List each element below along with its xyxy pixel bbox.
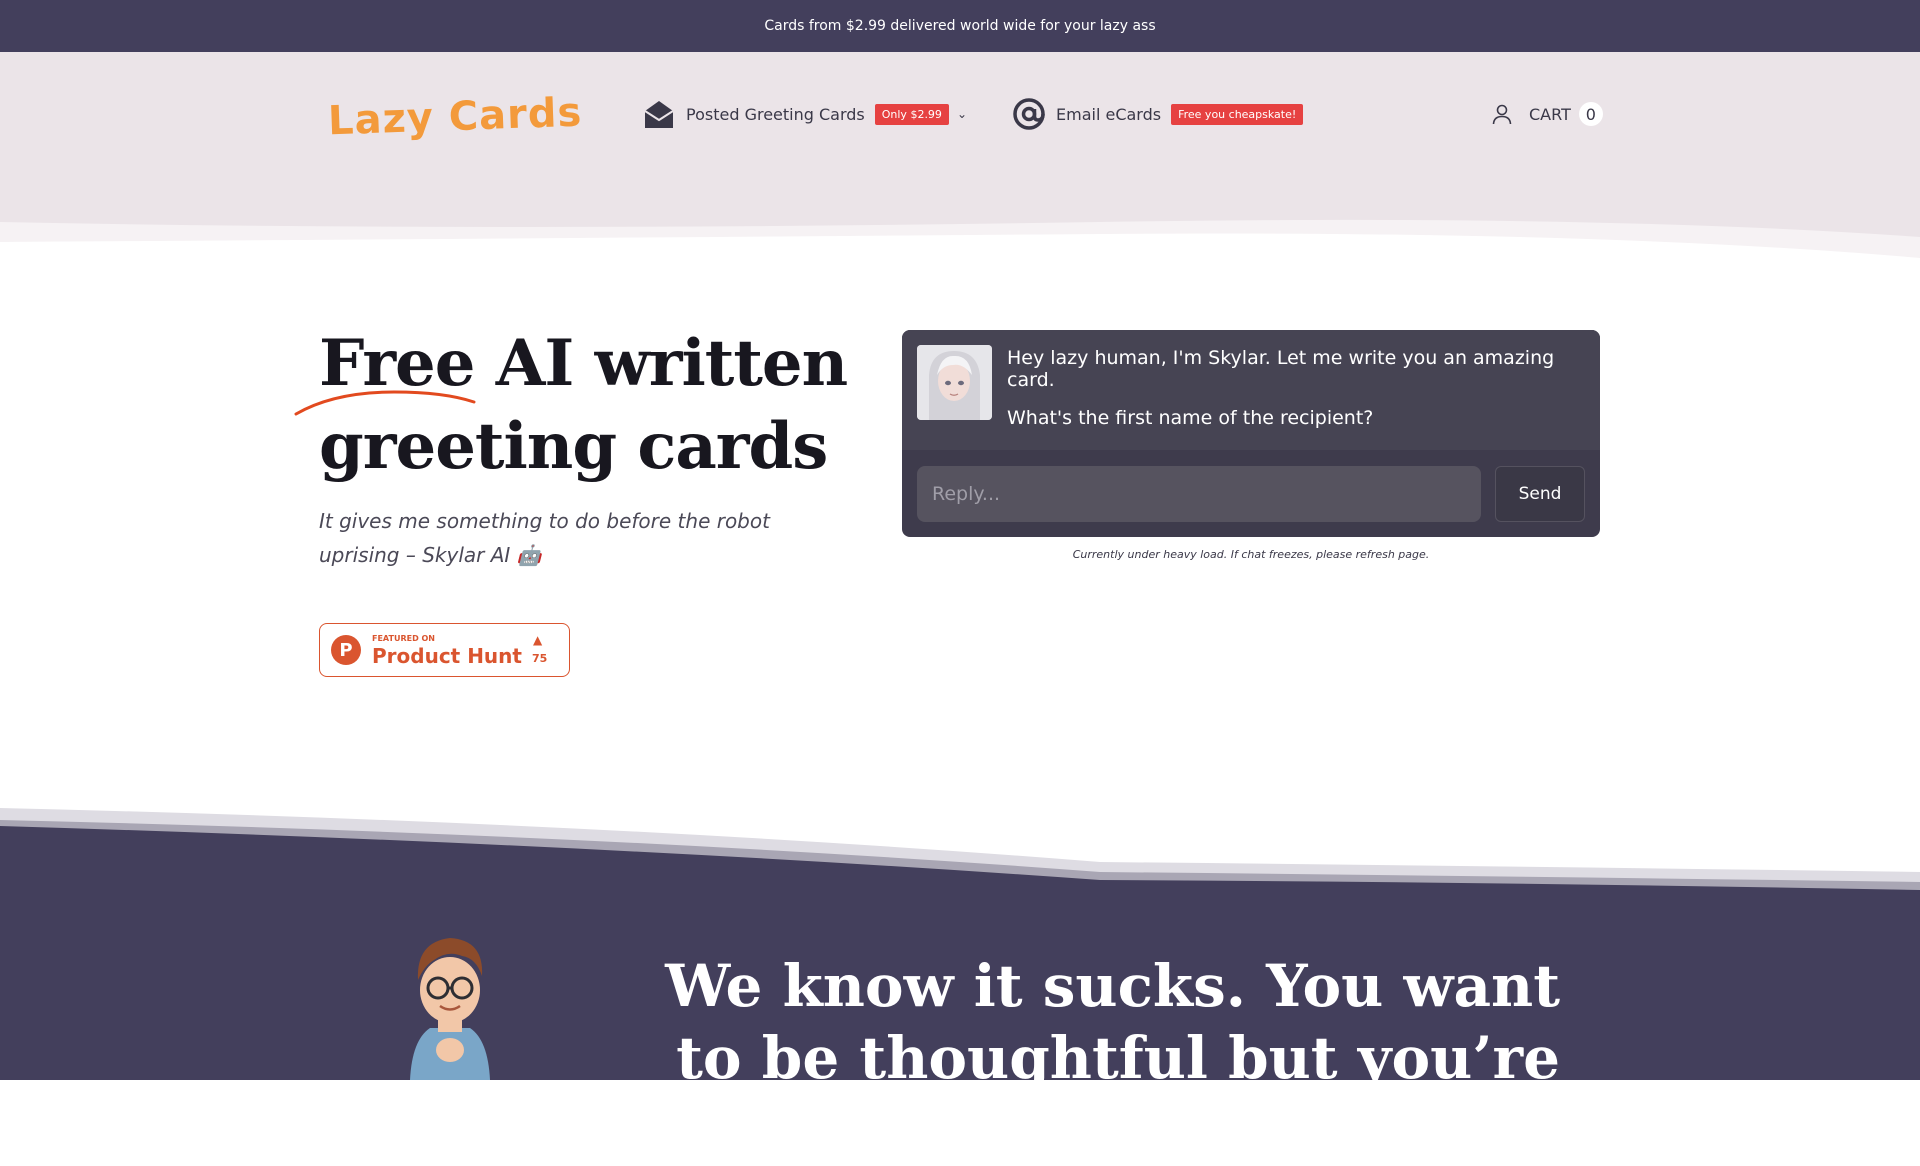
hero-underline-decoration bbox=[294, 390, 476, 416]
hero-subtitle: It gives me something to do before the r… bbox=[319, 509, 770, 567]
announcement-bar: Cards from $2.99 delivered world wide fo… bbox=[0, 0, 1920, 52]
account-icon[interactable] bbox=[1490, 102, 1514, 126]
cart-count: 0 bbox=[1578, 102, 1603, 126]
cart-label: CART bbox=[1529, 104, 1571, 124]
cart-button[interactable]: CART 0 bbox=[1529, 102, 1603, 126]
upvote-arrow-icon: ▲ bbox=[533, 633, 543, 647]
price-badge: Only $2.99 bbox=[874, 103, 949, 125]
nav-email-ecards[interactable]: Email eCards Free you cheapskate! bbox=[1012, 94, 1304, 134]
free-badge: Free you cheapskate! bbox=[1171, 103, 1304, 125]
nav-posted-label: Posted Greeting Cards bbox=[686, 104, 865, 124]
chat-message-greeting: Hey lazy human, I'm Skylar. Let me write… bbox=[1007, 347, 1555, 391]
product-hunt-featured: FEATURED ON bbox=[372, 634, 435, 643]
envelope-icon bbox=[644, 101, 674, 128]
header-wave-divider bbox=[0, 219, 1920, 302]
nav-posted-greeting-cards[interactable]: Posted Greeting Cards Only $2.99 ⌄ bbox=[642, 94, 967, 134]
nav-email-label: Email eCards bbox=[1056, 104, 1162, 124]
send-button[interactable]: Send bbox=[1495, 466, 1585, 522]
site-header: Lazy Cards Posted Greeting Cards Only $2… bbox=[0, 52, 1920, 302]
chat-load-note: Currently under heavy load. If chat free… bbox=[1072, 548, 1430, 561]
chat-message-question: What's the first name of the recipient? bbox=[1007, 407, 1374, 429]
product-hunt-badge[interactable]: P FEATURED ON Product Hunt ▲ 75 bbox=[319, 623, 570, 677]
hero-title-line-2: greeting cards bbox=[319, 409, 828, 484]
product-hunt-name: Product Hunt bbox=[372, 644, 522, 668]
lower-section-title: We know it sucks. You want to be thought… bbox=[665, 952, 1560, 1164]
announcement-text: Cards from $2.99 delivered world wide fo… bbox=[764, 18, 1156, 34]
chat-messages: Hey lazy human, I'm Skylar. Let me write… bbox=[902, 330, 1600, 450]
site-logo[interactable]: Lazy Cards bbox=[327, 90, 583, 145]
product-hunt-count: 75 bbox=[532, 652, 548, 665]
chevron-down-icon[interactable]: ⌄ bbox=[957, 107, 967, 121]
product-hunt-logo-icon: P bbox=[331, 635, 361, 665]
at-icon bbox=[1013, 98, 1045, 130]
chat-widget: Hey lazy human, I'm Skylar. Let me write… bbox=[902, 330, 1600, 537]
skylar-avatar bbox=[917, 345, 992, 420]
cartoon-character-illustration bbox=[410, 938, 490, 1080]
reply-input[interactable] bbox=[917, 466, 1481, 522]
